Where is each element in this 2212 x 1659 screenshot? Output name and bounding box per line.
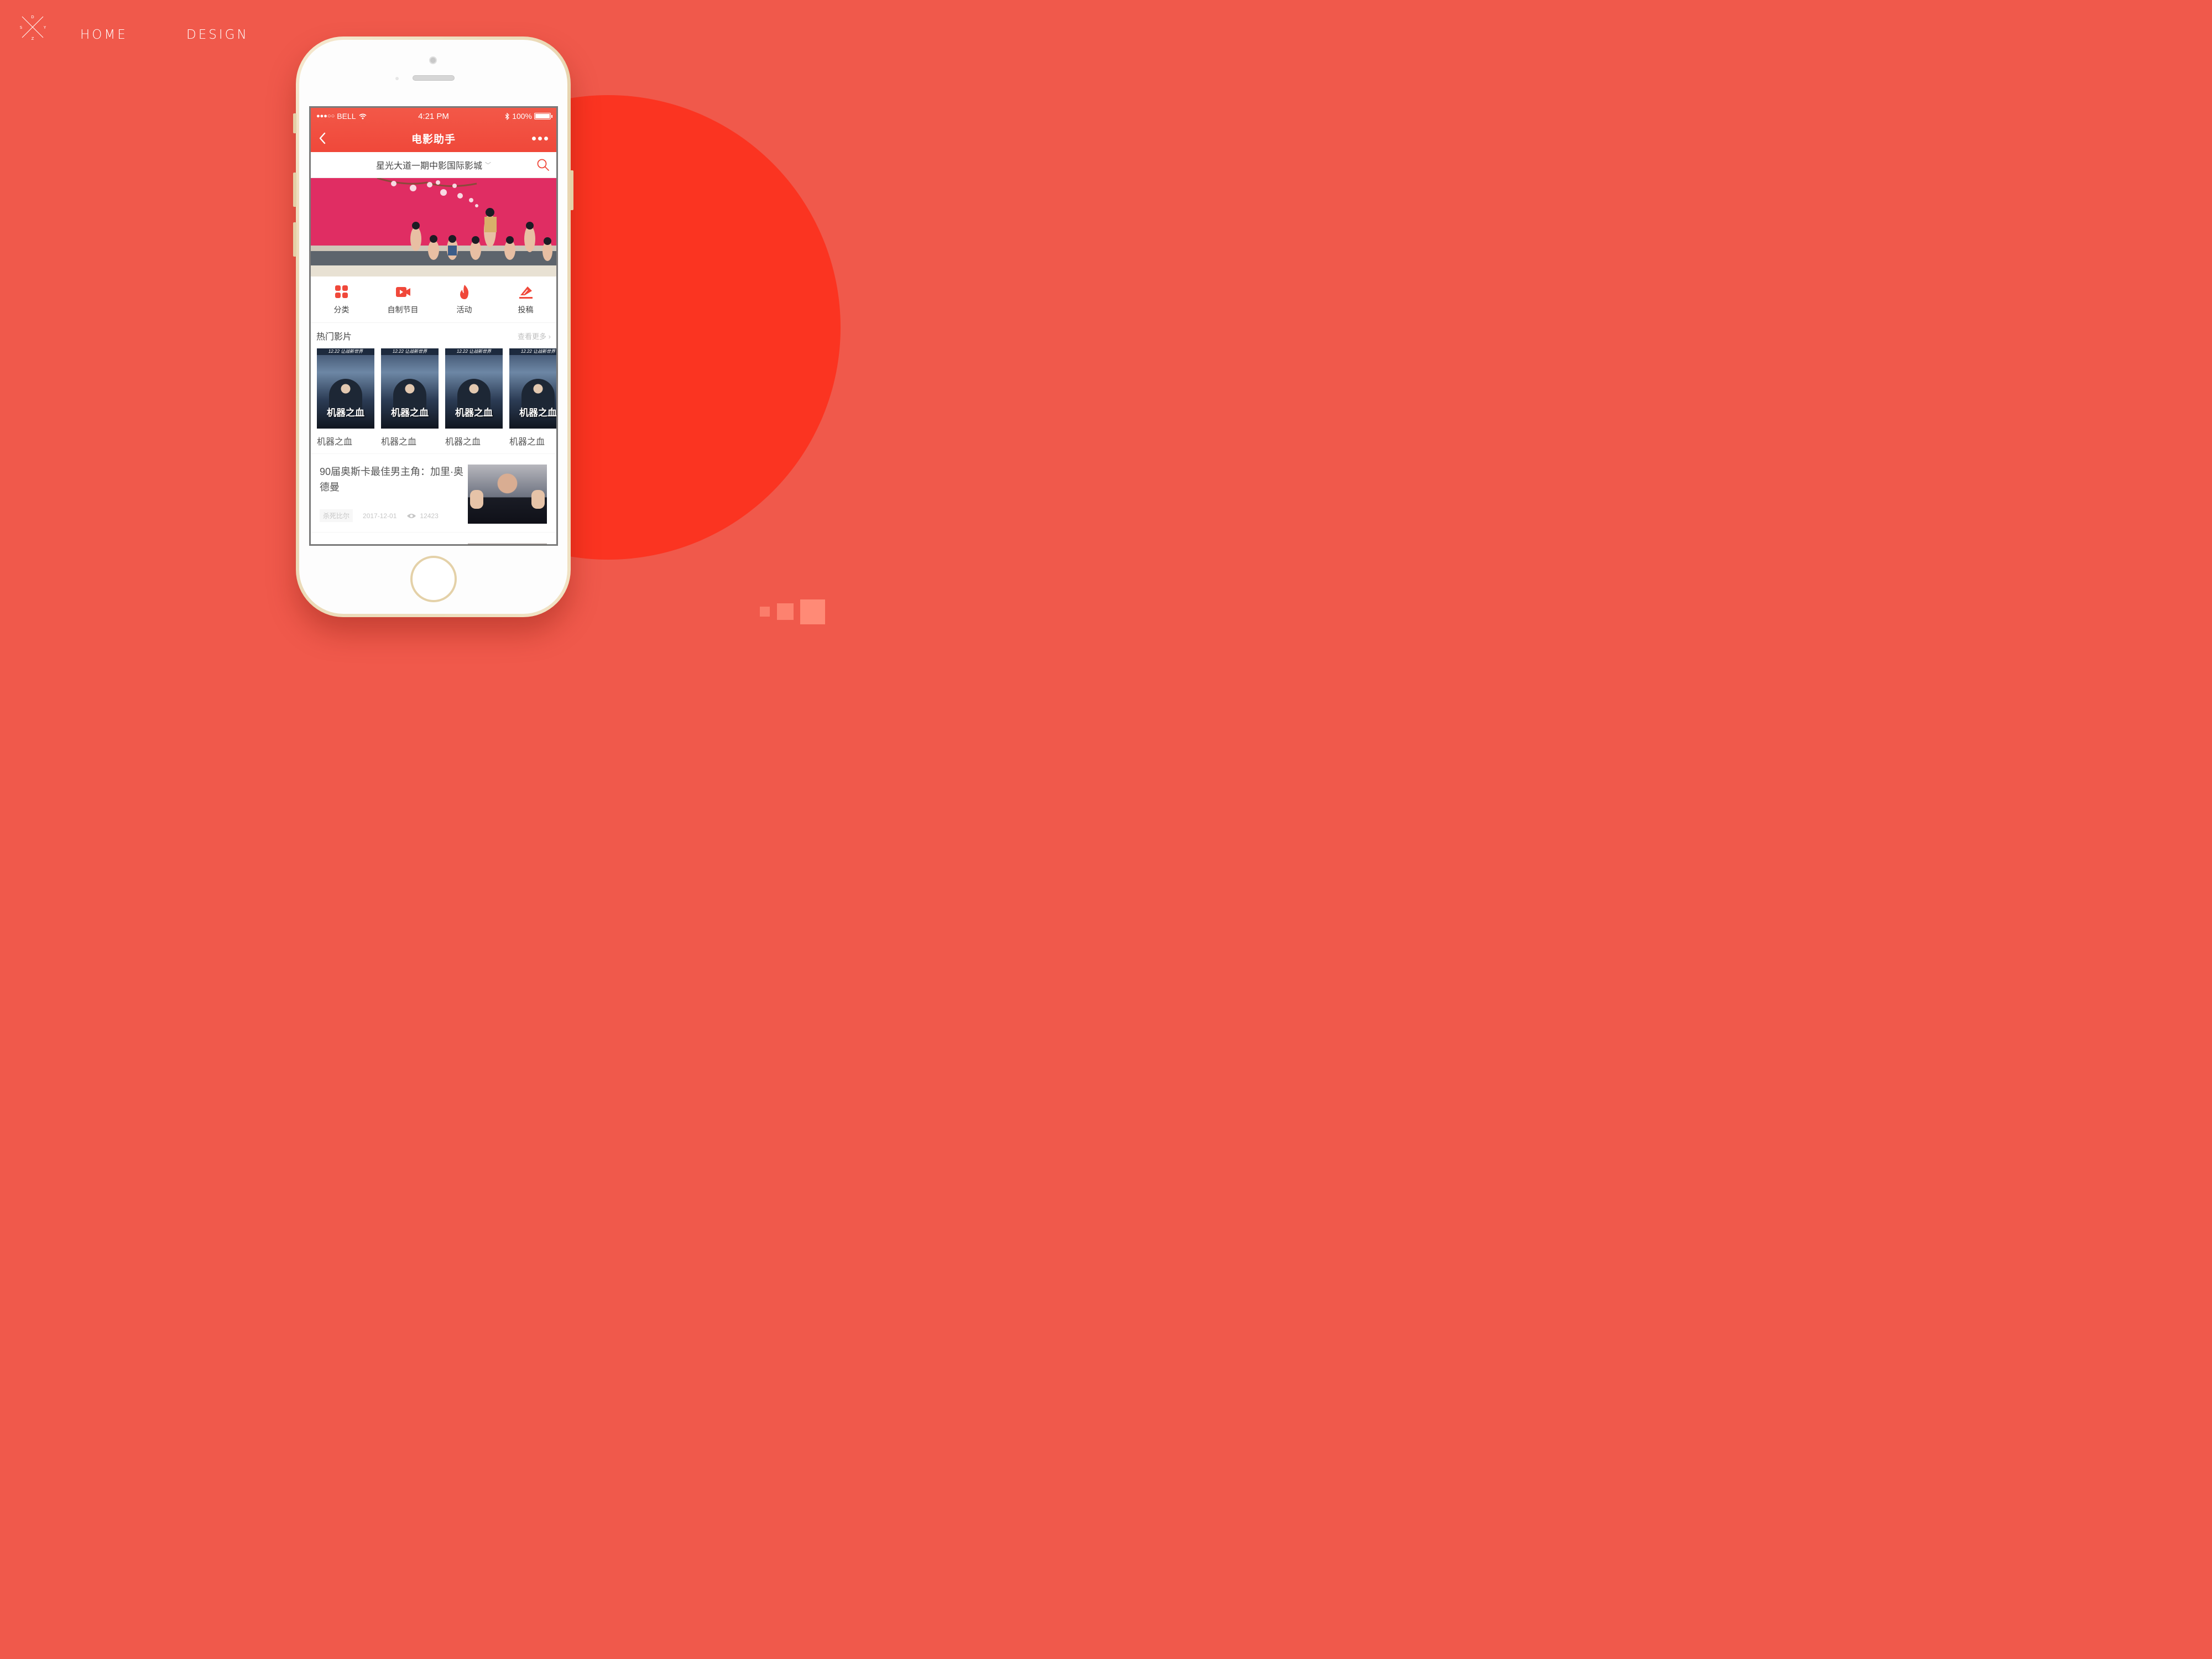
movie-name: 机器之血 xyxy=(381,437,417,447)
poster-title: 机器之血 xyxy=(519,408,557,418)
news-thumbnail xyxy=(468,465,547,524)
logo-letter-z: Z xyxy=(32,36,34,40)
submit-icon xyxy=(519,286,533,299)
status-bar: ●●●○○ BELL 4:21 PM 100% xyxy=(311,108,556,124)
quick-action-label: 自制节目 xyxy=(387,305,419,314)
app-title: 电影助手 xyxy=(411,133,456,145)
decorative-square-medium xyxy=(777,603,794,620)
decorative-square-small xyxy=(760,607,770,617)
news-thumbnail xyxy=(468,544,547,546)
poster-header: 12.22 让战新世界 xyxy=(317,348,374,355)
video-icon xyxy=(395,286,410,297)
phone-screen: ●●●○○ BELL 4:21 PM 100% 电影助手 星光大道一期中影国际影… xyxy=(309,106,558,546)
movie-name: 机器之血 xyxy=(317,437,353,447)
poster-title: 机器之血 xyxy=(327,408,364,418)
logo-letter-y: Y xyxy=(43,25,46,30)
hot-movies-list: 12.22 让战新世界 机器之血 机器之血 12.22 让战新世界 机器之血 机… xyxy=(311,348,556,453)
movie-card[interactable]: 12.22 让战新世界 机器之血 机器之血 xyxy=(509,348,557,453)
news-item-partial[interactable] xyxy=(311,532,556,546)
movie-poster: 12.22 让战新世界 机器之血 xyxy=(381,348,439,429)
flame-icon xyxy=(460,284,468,299)
news-item[interactable]: 90届奥斯卡最佳男主角：加里·奥德曼 杀死比尔 2017-12-01 12423 xyxy=(311,453,556,532)
status-time: 4:21 PM xyxy=(418,111,449,121)
brand-logo[interactable]: D S Y Z xyxy=(19,14,46,41)
volume-down-button xyxy=(293,222,296,257)
home-button[interactable] xyxy=(410,556,457,602)
movie-poster: 12.22 让战新世界 机器之血 xyxy=(509,348,557,429)
poster-title: 机器之血 xyxy=(391,408,429,418)
section-title: 热门影片 xyxy=(316,332,352,342)
power-button xyxy=(570,170,573,210)
chevron-down-icon: ﹀ xyxy=(485,162,491,169)
banner-photo xyxy=(311,178,556,276)
grid-icon xyxy=(335,285,348,298)
movie-name: 机器之血 xyxy=(445,437,481,447)
news-date: 2017-12-01 xyxy=(363,512,397,520)
movie-poster: 12.22 让战新世界 机器之血 xyxy=(317,348,374,429)
quick-action-label: 分类 xyxy=(333,305,349,314)
more-options-icon[interactable] xyxy=(532,134,549,142)
poster-header: 12.22 让战新世界 xyxy=(445,348,503,355)
featured-banner-image[interactable] xyxy=(311,178,556,276)
poster-header: 12.22 让战新世界 xyxy=(381,348,439,355)
movie-card[interactable]: 12.22 让战新世界 机器之血 机器之血 xyxy=(381,348,439,453)
earpiece-speaker xyxy=(413,75,455,81)
news-title: 90届奥斯卡最佳男主角：加里·奥德曼 xyxy=(320,466,464,493)
cinema-selector[interactable]: 星光大道一期中影国际影城 ﹀ xyxy=(311,152,556,178)
quick-action-category[interactable]: 分类 xyxy=(311,276,372,322)
quick-action-events[interactable]: 活动 xyxy=(434,276,495,322)
quick-action-label: 活动 xyxy=(456,305,472,314)
decorative-square-large xyxy=(800,599,825,624)
quick-action-submit[interactable]: 投稿 xyxy=(495,276,556,322)
movie-poster: 12.22 让战新世界 机器之血 xyxy=(445,348,503,429)
quick-actions: 分类 自制节目 活动 投稿 xyxy=(311,276,556,323)
quick-action-original-shows[interactable]: 自制节目 xyxy=(372,276,434,322)
navigation-bar: 电影助手 xyxy=(311,124,556,152)
news-views: 12423 xyxy=(420,512,439,520)
mute-switch xyxy=(293,113,296,133)
poster-title: 机器之血 xyxy=(455,408,493,418)
battery-icon xyxy=(534,113,552,119)
logo-mark-icon: D S Y Z xyxy=(20,15,46,41)
nav-design-link[interactable]: DESIGN xyxy=(186,28,249,42)
news-meta: 杀死比尔 2017-12-01 12423 xyxy=(320,509,468,522)
logo-letter-s: S xyxy=(20,25,23,30)
back-chevron-icon[interactable] xyxy=(316,131,330,145)
proximity-sensor xyxy=(395,77,399,80)
movie-name: 机器之血 xyxy=(509,437,545,447)
volume-up-button xyxy=(293,173,296,207)
app-header: ●●●○○ BELL 4:21 PM 100% 电影助手 xyxy=(311,108,556,152)
quick-action-label: 投稿 xyxy=(518,305,534,314)
movie-card[interactable]: 12.22 让战新世界 机器之血 机器之血 xyxy=(317,348,374,453)
news-tag: 杀死比尔 xyxy=(320,509,353,522)
hot-movies-header: 热门影片 查看更多 › xyxy=(311,323,556,348)
nav-home-link[interactable]: HOME xyxy=(80,28,128,42)
eye-icon xyxy=(407,513,416,518)
front-camera xyxy=(429,56,437,64)
cinema-name: 星光大道一期中影国际影城 xyxy=(375,161,482,171)
search-icon[interactable] xyxy=(536,158,550,171)
see-more-link[interactable]: 查看更多 › xyxy=(518,331,551,341)
logo-letter-d: D xyxy=(31,15,34,19)
movie-card[interactable]: 12.22 让战新世界 机器之血 机器之血 xyxy=(445,348,503,453)
poster-header: 12.22 让战新世界 xyxy=(509,348,556,355)
